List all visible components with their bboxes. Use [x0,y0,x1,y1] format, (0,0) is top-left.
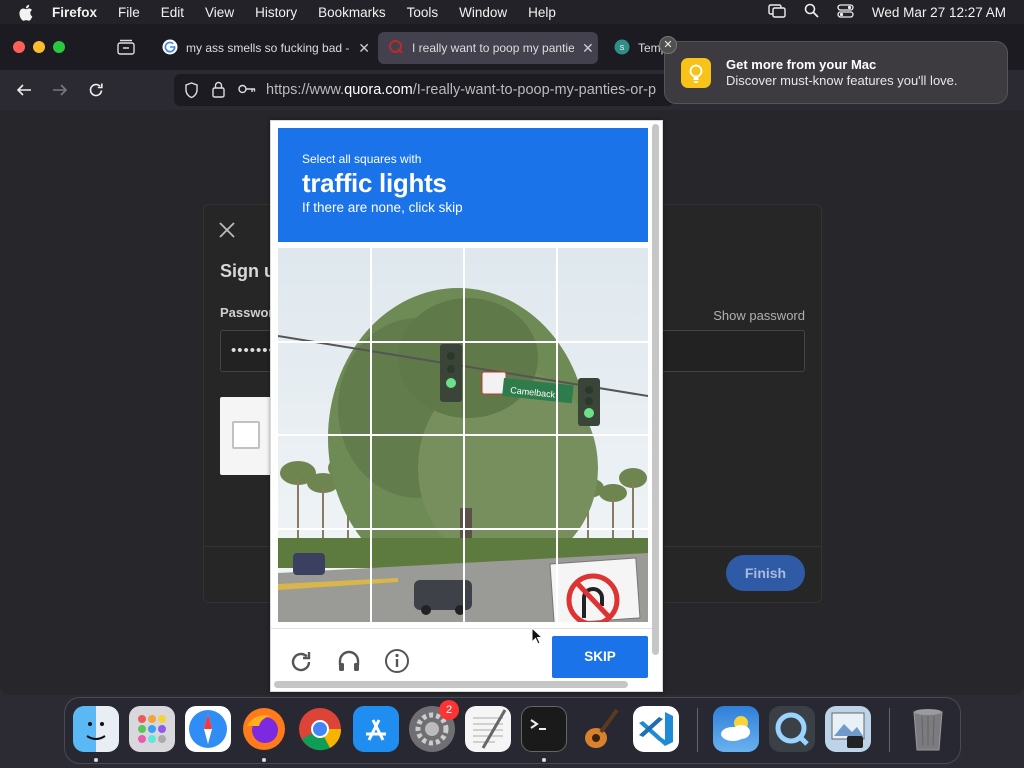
forward-arrow-icon[interactable] [52,82,68,103]
menu-view[interactable]: View [205,5,234,20]
vertical-scrollbar[interactable] [652,124,659,655]
temp-mail-icon: S [614,39,630,58]
trash-icon[interactable] [905,706,951,752]
notification-body: Discover must-know features you'll love. [726,73,958,88]
weather-icon[interactable] [713,706,759,752]
safari-icon[interactable] [185,706,231,752]
recaptcha-checkbox[interactable] [232,421,260,449]
launchpad-icon[interactable] [129,706,175,752]
window-zoom-button[interactable] [53,41,65,53]
close-icon[interactable] [218,221,236,239]
url-text: https://www.quora.com/I-really-want-to-p… [266,82,657,98]
notification-close-icon[interactable]: ✕ [659,36,677,54]
notification-title: Get more from your Mac [726,57,877,72]
preview-icon[interactable] [825,706,871,752]
captcha-target: traffic lights [302,168,447,198]
menu-tools[interactable]: Tools [407,5,439,20]
tab-label: I really want to poop my panties [412,41,574,55]
menu-history[interactable]: History [255,5,297,20]
tracking-shield-icon[interactable] [184,82,199,103]
horizontal-scrollbar[interactable] [274,681,628,688]
window-minimize-button[interactable] [33,41,45,53]
chrome-icon[interactable] [297,706,343,752]
menu-edit[interactable]: Edit [161,5,184,20]
menu-bar: Firefox File Edit View History Bookmarks… [0,0,1024,24]
tab-overview-icon[interactable] [117,39,135,60]
tab-google-search[interactable]: my ass smells so fucking bad - ( ✕ [152,32,370,64]
password-label: Passwor [220,305,274,320]
vscode-icon[interactable] [633,706,679,752]
system-settings-icon[interactable]: 2 [409,700,459,752]
key-icon[interactable] [238,83,256,99]
modal-title: Sign u [220,261,275,281]
garageband-icon[interactable] [577,706,623,752]
running-indicator [94,758,98,762]
captcha-header: Select all squares with traffic lights I… [278,128,648,242]
svg-text:S: S [620,45,625,52]
reload-icon[interactable] [88,82,104,103]
menu-firefox[interactable]: Firefox [52,5,97,20]
menu-file[interactable]: File [118,5,140,20]
tab-temp-mail[interactable]: S Temp [604,32,664,64]
window-close-button[interactable] [13,41,25,53]
dock-separator [697,708,698,752]
back-arrow-icon[interactable] [16,82,32,103]
skip-button[interactable]: SKIP [552,636,648,678]
mouse-cursor-icon [531,626,544,650]
captcha-challenge: Select all squares with traffic lights I… [270,120,663,692]
tips-lightbulb-icon [681,58,711,88]
info-icon[interactable] [384,648,410,674]
google-icon [162,39,178,58]
menu-window[interactable]: Window [459,5,507,20]
lock-icon[interactable] [212,81,225,102]
dock-separator [889,708,890,752]
quicktime-icon[interactable] [769,706,815,752]
control-center-icon[interactable] [837,3,854,21]
recaptcha-widget [220,397,276,475]
tab-quora-active[interactable]: I really want to poop my panties ✕ [378,32,598,64]
apple-menu-icon[interactable] [18,4,36,21]
tab-label: my ass smells so fucking bad - ( [186,41,351,55]
macos-notification[interactable]: ✕ Get more from your Mac Discover must-k… [659,36,1008,104]
menubar-clock[interactable]: Wed Mar 27 12:27 AM [872,5,1006,20]
terminal-icon[interactable] [521,706,567,752]
notification-badge: 2 [439,700,459,720]
tab-close-icon[interactable]: ✕ [358,40,370,57]
finder-icon[interactable] [73,706,119,752]
menu-help[interactable]: Help [528,5,556,20]
captcha-divider [271,628,655,629]
dock: 2 [64,697,961,764]
screen-mirroring-icon[interactable] [768,3,786,21]
url-bar[interactable]: https://www.quora.com/I-really-want-to-p… [174,74,674,106]
app-store-icon[interactable] [353,706,399,752]
firefox-icon[interactable] [241,706,287,752]
reload-challenge-icon[interactable] [288,648,314,674]
finish-button[interactable]: Finish [726,555,805,591]
quora-icon [388,39,404,58]
spotlight-search-icon[interactable] [804,3,819,21]
audio-challenge-icon[interactable] [336,648,362,674]
captcha-instruction: Select all squares with [302,152,422,166]
captcha-subinstruction: If there are none, click skip [302,200,463,215]
menu-bookmarks[interactable]: Bookmarks [318,5,386,20]
captcha-street-image: Camelback [278,248,648,622]
tab-close-icon[interactable]: ✕ [582,40,594,57]
show-password-link[interactable]: Show password [713,308,805,323]
running-indicator [262,758,266,762]
textedit-icon[interactable] [465,706,511,752]
captcha-image-grid: Camelback [278,248,648,622]
running-indicator [542,758,546,762]
